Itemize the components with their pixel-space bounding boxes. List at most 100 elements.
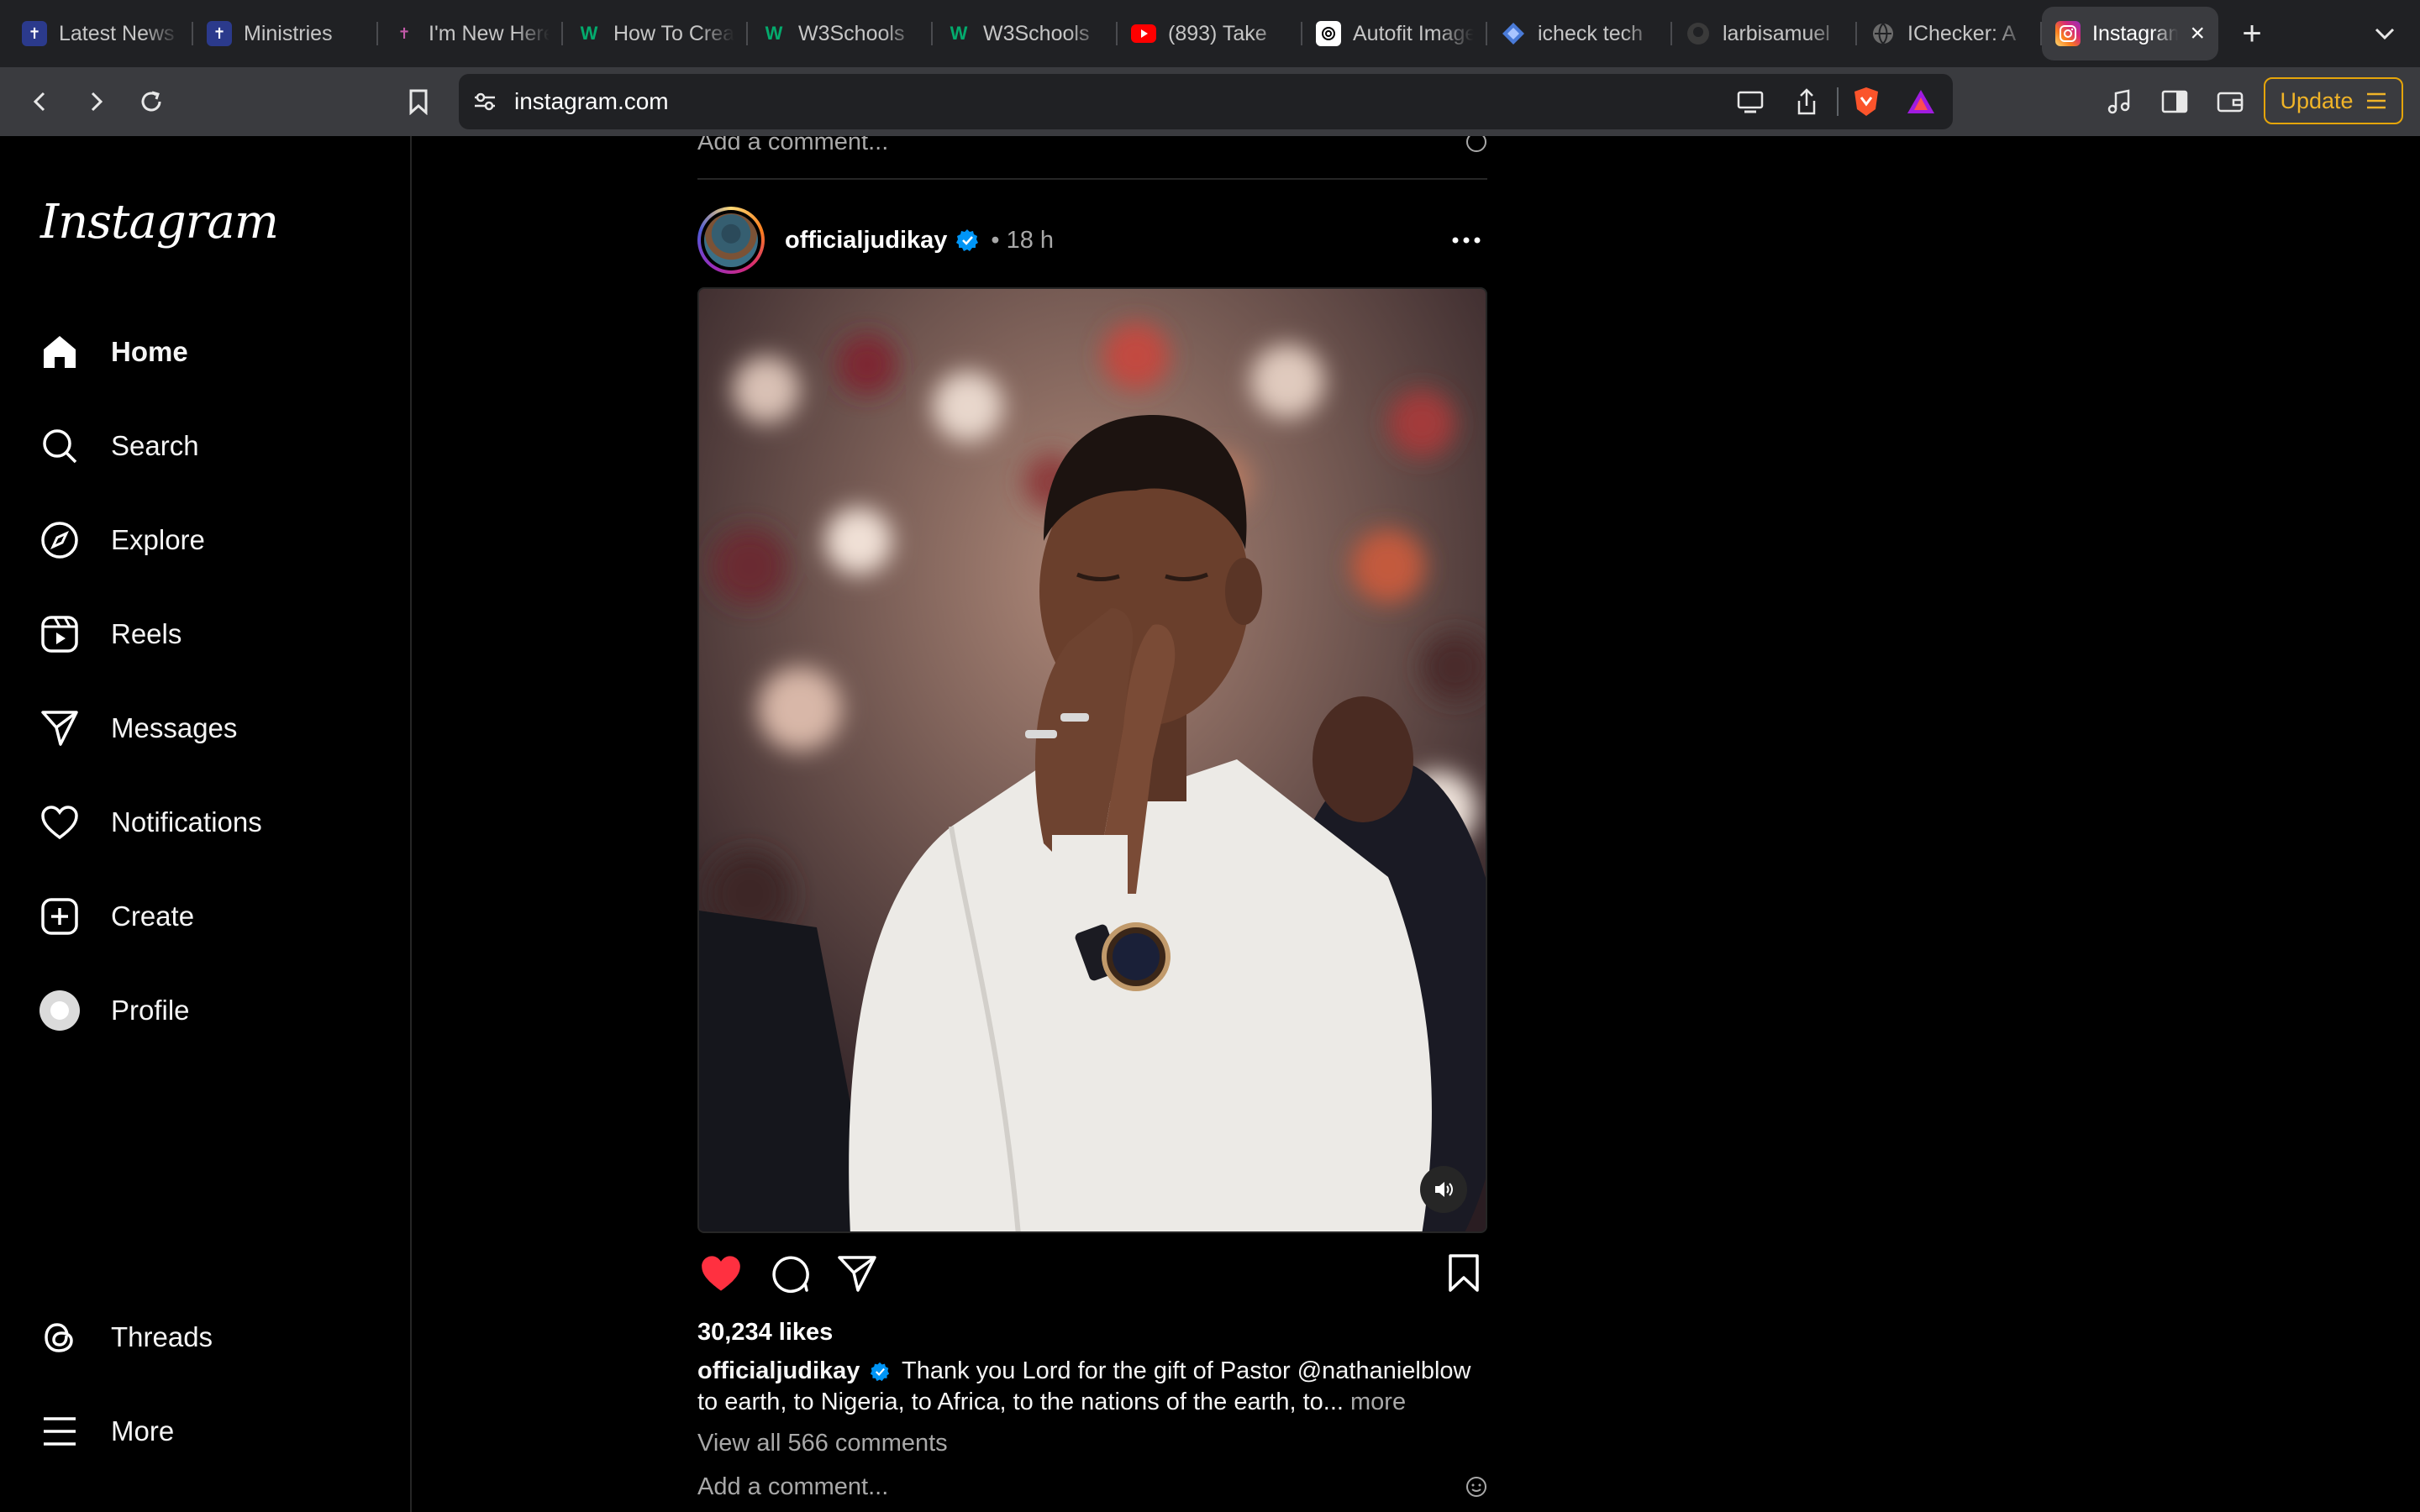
media-music-icon[interactable]: [2092, 75, 2146, 129]
sidebar-item-more[interactable]: More: [39, 1398, 375, 1465]
reload-icon[interactable]: [124, 75, 178, 129]
post-caption: officialjudikay Thank you Lord for the g…: [697, 1356, 1487, 1418]
brave-rewards-icon[interactable]: [1906, 87, 1936, 116]
site-settings-icon[interactable]: [472, 89, 497, 114]
cast-icon[interactable]: [1736, 89, 1765, 114]
sidebar-toggle-icon[interactable]: [2148, 75, 2202, 129]
tab-title: How To Create: [613, 21, 734, 45]
address-bar[interactable]: instagram.com: [459, 74, 1953, 129]
share-button[interactable]: [834, 1250, 881, 1297]
caption-more-link[interactable]: more: [1350, 1389, 1406, 1415]
brave-shield-icon[interactable]: [1852, 86, 1881, 118]
browser-tab[interactable]: W W3Schools: [748, 7, 933, 60]
comment-icon: [772, 1256, 809, 1293]
github-icon: [1686, 21, 1711, 46]
ministry-crest-icon: ✝: [207, 21, 232, 46]
sidebar-item-notifications[interactable]: Notifications: [39, 789, 375, 856]
bookmark-icon: [1449, 1254, 1479, 1292]
wallet-icon[interactable]: [2203, 75, 2257, 129]
add-comment-input[interactable]: Add a comment...: [697, 136, 888, 156]
browser-toolbar: instagram.com Update: [0, 67, 2420, 136]
emoji-icon[interactable]: [1465, 136, 1487, 153]
browser-tab[interactable]: IChecker: A: [1857, 7, 2042, 60]
sidebar-item-threads[interactable]: Threads: [39, 1304, 375, 1371]
hamburger-icon: [39, 1410, 81, 1452]
sidebar-item-messages[interactable]: Messages: [39, 695, 375, 762]
update-label: Update: [2280, 87, 2354, 113]
instagram-sidebar: Instagram Home Search Explore Reels Mess…: [0, 136, 412, 1512]
instagram-icon: [2055, 21, 2081, 46]
browser-tab[interactable]: Autofit Image: [1302, 7, 1487, 60]
back-arrow-icon[interactable]: [13, 75, 67, 129]
sidebar-item-explore[interactable]: Explore: [39, 507, 375, 574]
browser-tab[interactable]: icheck tech: [1487, 7, 1672, 60]
avatar[interactable]: [697, 207, 765, 274]
post-divider: [697, 178, 1487, 180]
browser-tab[interactable]: larbisamuel: [1672, 7, 1857, 60]
tab-title: W3Schools: [798, 21, 905, 45]
forward-arrow-icon[interactable]: [69, 75, 123, 129]
volume-icon[interactable]: [1420, 1166, 1467, 1213]
compass-icon: [39, 519, 81, 561]
like-button[interactable]: [697, 1250, 744, 1297]
sidebar-item-label: Create: [111, 900, 195, 932]
view-all-comments-link[interactable]: View all 566 comments: [697, 1430, 948, 1457]
browser-tab[interactable]: W W3Schools: [933, 7, 1118, 60]
plus-square-icon: [39, 895, 81, 937]
save-button[interactable]: [1440, 1250, 1487, 1297]
share-icon[interactable]: [1795, 87, 1818, 116]
tab-title: I'm New Here: [429, 21, 550, 45]
sidebar-item-profile[interactable]: Profile: [39, 977, 375, 1044]
tab-title: Instagram: [2092, 21, 2179, 45]
post-media-video[interactable]: [697, 287, 1487, 1233]
comment-button[interactable]: [766, 1250, 813, 1297]
browser-tab[interactable]: W How To Create: [563, 7, 748, 60]
sidebar-item-label: Explore: [111, 524, 205, 555]
profile-avatar-icon: [39, 990, 81, 1032]
paper-plane-icon: [838, 1256, 876, 1292]
sidebar-item-label: Search: [111, 430, 199, 461]
tab-title: Autofit Image: [1353, 21, 1474, 45]
bookmark-icon[interactable]: [392, 75, 445, 129]
post-username[interactable]: officialjudikay: [785, 227, 947, 255]
sidebar-item-label: Profile: [111, 995, 190, 1026]
url-text: instagram.com: [514, 88, 669, 114]
sidebar-item-create[interactable]: Create: [39, 883, 375, 950]
tab-title: Latest News: [59, 21, 175, 45]
emoji-icon[interactable]: [1465, 1476, 1487, 1498]
reels-icon: [39, 613, 81, 655]
w3schools-icon: W: [765, 23, 783, 44]
ministry-crest-icon: ✝: [22, 21, 47, 46]
browser-tab[interactable]: ✝ I'm New Here: [378, 7, 563, 60]
sidebar-item-home[interactable]: Home: [39, 318, 375, 386]
new-tab-button[interactable]: +: [2225, 7, 2279, 60]
menu-hamburger-icon: [2365, 92, 2387, 110]
sidebar-item-label: More: [111, 1415, 175, 1446]
sidebar-item-search[interactable]: Search: [39, 412, 375, 480]
browser-tab[interactable]: ✝ Latest News: [8, 7, 193, 60]
home-icon: [39, 331, 81, 373]
update-button[interactable]: Update: [2264, 77, 2403, 124]
browser-tab-active[interactable]: Instagram ×: [2042, 7, 2218, 60]
previous-post-comment-row[interactable]: Add a comment...: [697, 136, 1487, 165]
sidebar-item-label: Notifications: [111, 806, 262, 837]
browser-tab[interactable]: (893) Take: [1118, 7, 1302, 60]
add-comment-row: Add a comment...: [697, 1468, 1487, 1505]
tab-list-chevron-icon[interactable]: [2368, 17, 2402, 50]
post-options-icon[interactable]: [1445, 223, 1487, 257]
sidebar-item-label: Reels: [111, 618, 182, 649]
instagram-logo[interactable]: Instagram: [40, 195, 279, 249]
main-feed: Add a comment... officialjudikay • 18 h: [412, 136, 2420, 1512]
w3schools-icon: W: [950, 23, 968, 44]
cross-icon: ✝: [397, 24, 411, 42]
browser-tab[interactable]: ✝ Ministries: [193, 7, 378, 60]
heart-filled-icon: [702, 1256, 740, 1291]
post-photo-man-praying: [699, 289, 1486, 1231]
sidebar-item-reels[interactable]: Reels: [39, 601, 375, 668]
add-comment-input[interactable]: Add a comment...: [697, 1473, 888, 1501]
close-tab-icon[interactable]: ×: [2190, 19, 2205, 48]
toolbar-divider: [1837, 87, 1839, 116]
sidebar-item-label: Messages: [111, 712, 238, 743]
caption-username[interactable]: officialjudikay: [697, 1357, 860, 1384]
like-count[interactable]: 30,234 likes: [697, 1319, 833, 1347]
